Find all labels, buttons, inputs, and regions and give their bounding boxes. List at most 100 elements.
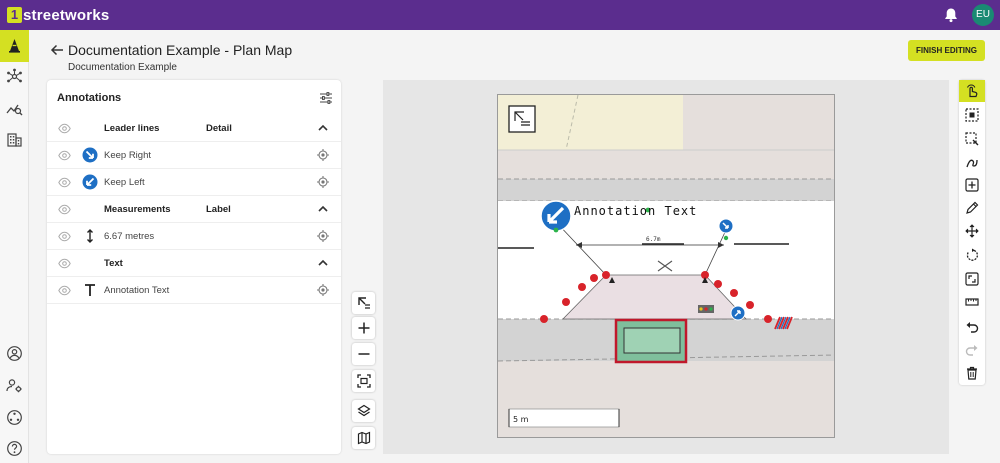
- eye-icon[interactable]: [58, 285, 71, 296]
- map-icon: [357, 431, 370, 445]
- eye-icon[interactable]: [58, 150, 71, 161]
- text-t-icon: [85, 284, 95, 296]
- basemap-button[interactable]: [352, 427, 375, 449]
- support-circle-icon[interactable]: [6, 409, 23, 426]
- layers-icon: [356, 404, 371, 417]
- north-arrow-control[interactable]: [352, 292, 375, 314]
- edit-tool[interactable]: [959, 197, 985, 219]
- barrier-element: [698, 305, 714, 313]
- filter-sliders-icon[interactable]: [319, 91, 333, 105]
- target-icon[interactable]: [317, 176, 329, 188]
- select-box-icon: [965, 108, 979, 122]
- resize-icon: [965, 272, 979, 286]
- zoom-in-icon: [358, 322, 369, 334]
- zoom-in-button[interactable]: [352, 317, 375, 339]
- target-icon[interactable]: [317, 230, 329, 242]
- ruler-icon: [965, 298, 979, 306]
- freehand-line-icon: [966, 159, 978, 168]
- help-icon[interactable]: [6, 440, 23, 457]
- fit-extent-button[interactable]: [352, 370, 375, 392]
- finish-editing-button[interactable]: FINISH EDITING: [908, 40, 985, 61]
- box-select-tool[interactable]: [959, 104, 985, 126]
- undo-icon: [966, 322, 979, 333]
- eye-icon[interactable]: [58, 123, 71, 134]
- redo-button[interactable]: [959, 339, 985, 361]
- plan-drawing: Annotation Text 6.7m 5 m: [498, 95, 834, 437]
- group-column-label: Label: [206, 204, 231, 215]
- chevron-up-icon[interactable]: [317, 204, 329, 214]
- delete-button[interactable]: [959, 362, 985, 384]
- annotations-panel: Annotations Leader lines Detail Keep Rig…: [47, 80, 341, 454]
- zoom-out-button[interactable]: [352, 343, 375, 365]
- resize-tool[interactable]: [959, 268, 985, 290]
- annotation-row[interactable]: 6.67 metres: [47, 223, 341, 250]
- add-box-icon: [965, 178, 979, 192]
- zoom-out-icon: [358, 353, 369, 355]
- freehand-tool[interactable]: [959, 151, 985, 173]
- rotate-tool[interactable]: [959, 244, 985, 266]
- scale-label: 5 m: [513, 415, 529, 424]
- pointer-hand-icon: [967, 84, 978, 98]
- edit-toolbar: [959, 80, 985, 385]
- north-arrow-icon: [357, 297, 370, 309]
- move-arrows-icon: [965, 224, 979, 238]
- panel-title: Annotations: [57, 92, 122, 104]
- fit-extent-icon: [356, 374, 371, 388]
- logo-text: streetworks: [23, 6, 110, 24]
- group-column-label: Detail: [206, 123, 232, 134]
- arrow-left-icon[interactable]: [50, 43, 64, 57]
- pan-select-tool[interactable]: [959, 80, 985, 102]
- move-tool[interactable]: [959, 220, 985, 242]
- eye-icon[interactable]: [58, 231, 71, 242]
- group-label: Text: [104, 258, 123, 269]
- keep-right-sign-icon: [82, 147, 98, 163]
- nav-traffic-management[interactable]: [0, 30, 29, 62]
- page-subtitle: Documentation Example: [68, 62, 177, 73]
- annotation-label: Keep Right: [104, 150, 152, 161]
- group-header-text[interactable]: Text: [47, 250, 341, 277]
- building-icon[interactable]: [6, 131, 23, 148]
- eye-icon[interactable]: [58, 177, 71, 188]
- keep-left-sign-icon: [82, 174, 98, 190]
- account-circle-icon[interactable]: [6, 345, 23, 362]
- app-logo[interactable]: 1 streetworks: [7, 6, 109, 24]
- measure-tool[interactable]: [959, 291, 985, 313]
- chevron-up-icon[interactable]: [317, 123, 329, 133]
- group-header-measurements[interactable]: Measurements Label: [47, 196, 341, 223]
- redo-icon: [965, 345, 978, 356]
- network-icon[interactable]: [6, 68, 23, 85]
- add-feature-tool[interactable]: [959, 174, 985, 196]
- eye-icon[interactable]: [58, 258, 71, 269]
- logo-mark: 1: [7, 7, 22, 23]
- trash-icon: [967, 366, 977, 380]
- top-bar: 1 streetworks EU: [0, 0, 1000, 30]
- annotation-row[interactable]: Annotation Text: [47, 277, 341, 304]
- left-nav-rail: [0, 30, 29, 463]
- group-label: Leader lines: [104, 123, 160, 134]
- pencil-icon: [966, 201, 979, 214]
- group-header-leader-lines[interactable]: Leader lines Detail: [47, 115, 341, 142]
- user-avatar[interactable]: EU: [972, 4, 994, 26]
- eye-icon[interactable]: [58, 204, 71, 215]
- annotation-row[interactable]: Keep Right: [47, 142, 341, 169]
- lasso-select-tool[interactable]: [959, 128, 985, 150]
- target-icon[interactable]: [317, 284, 329, 296]
- bell-icon[interactable]: [943, 7, 959, 23]
- undo-button[interactable]: [959, 316, 985, 338]
- user-settings-icon[interactable]: [6, 377, 23, 394]
- footway-north: [498, 179, 834, 201]
- annotation-label: 6.67 metres: [104, 231, 155, 242]
- traffic-cone-icon: [9, 39, 20, 53]
- group-label: Measurements: [104, 204, 171, 215]
- analytics-search-icon[interactable]: [6, 100, 23, 117]
- chevron-up-icon[interactable]: [317, 258, 329, 268]
- annotation-row[interactable]: Keep Left: [47, 169, 341, 196]
- plan-annotation-text[interactable]: Annotation Text: [574, 204, 697, 218]
- plan-sheet[interactable]: Annotation Text 6.7m 5 m: [497, 94, 835, 438]
- target-icon[interactable]: [317, 149, 329, 161]
- page-title: Documentation Example - Plan Map: [68, 42, 293, 58]
- layers-button[interactable]: [352, 400, 375, 422]
- rotate-icon: [966, 248, 979, 261]
- select-dashed-icon: [965, 132, 979, 146]
- vertical-arrow-icon: [87, 229, 93, 243]
